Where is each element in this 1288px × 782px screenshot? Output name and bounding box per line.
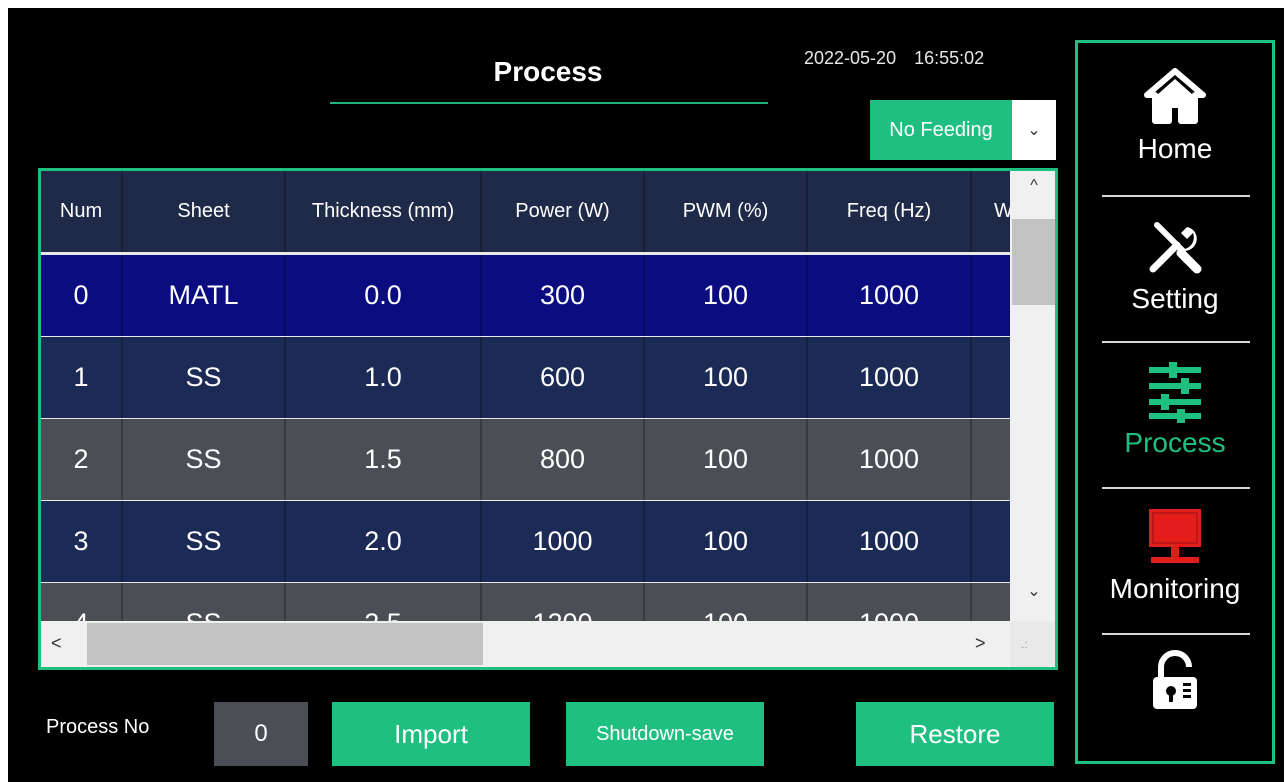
column-header-pwm[interactable]: PWM (%) [645, 171, 808, 252]
datetime-display: 2022-05-20 16:55:02 [804, 48, 984, 69]
unlock-icon [1153, 650, 1197, 709]
cell-pwm[interactable]: 100 [645, 337, 808, 418]
nav-item-process[interactable]: Process [1078, 359, 1272, 499]
table-row[interactable]: 3 SS 2.0 1000 100 1000 [41, 501, 1010, 582]
nav-label-monitoring: Monitoring [1109, 573, 1241, 604]
vertical-scroll-thumb[interactable] [1012, 219, 1055, 305]
time-text: 16:55:02 [914, 48, 985, 68]
side-navigation: Home Setting Process Monitoring [1075, 40, 1275, 764]
nav-divider [1102, 195, 1250, 197]
cell-thickness[interactable]: 2.0 [286, 501, 482, 582]
vertical-scrollbar[interactable]: ^ ⌄ [1010, 171, 1055, 621]
horizontal-scrollbar[interactable]: < > [41, 621, 1010, 667]
column-header-freq[interactable]: Freq (Hz) [808, 171, 972, 252]
cell-num[interactable]: 1 [41, 337, 123, 418]
cell-partial[interactable] [972, 583, 1010, 621]
cell-power[interactable]: 1200 [482, 583, 645, 621]
table-row[interactable]: 1 SS 1.0 600 100 1000 [41, 337, 1010, 418]
cell-thickness[interactable]: 0.0 [286, 255, 482, 336]
column-header-power[interactable]: Power (W) [482, 171, 645, 252]
cell-freq[interactable]: 1000 [808, 337, 972, 418]
cell-sheet[interactable]: SS [123, 501, 286, 582]
table-header-row: Num Sheet Thickness (mm) Power (W) PWM (… [41, 171, 1010, 252]
cell-sheet[interactable]: SS [123, 583, 286, 621]
sliders-icon [1149, 362, 1201, 423]
nav-divider [1102, 633, 1250, 635]
cell-sheet[interactable]: SS [123, 419, 286, 500]
cell-partial[interactable] [972, 255, 1010, 336]
cell-thickness[interactable]: 1.5 [286, 419, 482, 500]
chevron-down-icon[interactable]: ⌄ [1012, 100, 1056, 160]
cell-pwm[interactable]: 100 [645, 255, 808, 336]
feeding-mode-value: No Feeding [870, 100, 1012, 160]
cell-freq[interactable]: 1000 [808, 583, 972, 621]
scroll-up-icon[interactable]: ^ [1010, 177, 1055, 207]
cell-power[interactable]: 1000 [482, 501, 645, 582]
table-row[interactable]: 4 SS 2.5 1200 100 1000 [41, 583, 1010, 621]
cell-power[interactable]: 600 [482, 337, 645, 418]
process-no-label: Process No [46, 716, 150, 738]
cell-thickness[interactable]: 1.0 [286, 337, 482, 418]
nav-item-setting[interactable]: Setting [1078, 215, 1272, 355]
column-header-partial[interactable]: W [972, 171, 1010, 252]
nav-label-setting: Setting [1131, 283, 1219, 314]
feeding-mode-select[interactable]: No Feeding ⌄ [870, 100, 1056, 160]
process-screen: Process 2022-05-20 16:55:02 No Feeding ⌄ … [8, 8, 1284, 782]
cell-freq[interactable]: 1000 [808, 419, 972, 500]
scroll-left-icon[interactable]: < [51, 633, 71, 654]
cell-sheet[interactable]: SS [123, 337, 286, 418]
monitor-icon [1149, 509, 1201, 563]
cell-power[interactable]: 800 [482, 419, 645, 500]
cell-partial[interactable] [972, 501, 1010, 582]
cell-pwm[interactable]: 100 [645, 419, 808, 500]
table-row[interactable]: 0 MATL 0.0 300 100 1000 [41, 255, 1010, 336]
title-underline [330, 102, 768, 104]
nav-label-process: Process [1124, 427, 1226, 458]
column-header-thickness[interactable]: Thickness (mm) [286, 171, 482, 252]
cell-power[interactable]: 300 [482, 255, 645, 336]
shutdown-save-button[interactable]: Shutdown-save [566, 702, 764, 766]
nav-item-monitoring[interactable]: Monitoring [1078, 505, 1272, 645]
cell-freq[interactable]: 1000 [808, 501, 972, 582]
column-header-num[interactable]: Num [41, 171, 123, 252]
nav-item-lock[interactable] [1078, 649, 1272, 782]
process-no-field[interactable]: 0 [214, 702, 308, 766]
scroll-right-icon[interactable]: > [975, 633, 995, 654]
cell-num[interactable]: 0 [41, 255, 123, 336]
nav-divider [1102, 487, 1250, 489]
column-header-sheet[interactable]: Sheet [123, 171, 286, 252]
resize-grip-icon[interactable]: .: [1021, 637, 1028, 651]
cell-partial[interactable] [972, 337, 1010, 418]
process-table: Num Sheet Thickness (mm) Power (W) PWM (… [38, 168, 1058, 670]
cell-partial[interactable] [972, 419, 1010, 500]
cell-num[interactable]: 4 [41, 583, 123, 621]
tools-icon [1149, 222, 1202, 274]
cell-freq[interactable]: 1000 [808, 255, 972, 336]
process-grid: Num Sheet Thickness (mm) Power (W) PWM (… [41, 171, 1010, 621]
horizontal-scroll-thumb[interactable] [87, 623, 483, 665]
date-text: 2022-05-20 [804, 48, 897, 68]
cell-pwm[interactable]: 100 [645, 501, 808, 582]
cell-num[interactable]: 3 [41, 501, 123, 582]
restore-button[interactable]: Restore [856, 702, 1054, 766]
cell-sheet[interactable]: MATL [123, 255, 286, 336]
cell-pwm[interactable]: 100 [645, 583, 808, 621]
nav-item-home[interactable]: Home [1078, 65, 1272, 205]
cell-num[interactable]: 2 [41, 419, 123, 500]
nav-label-home: Home [1137, 133, 1213, 164]
cell-thickness[interactable]: 2.5 [286, 583, 482, 621]
nav-divider [1102, 341, 1250, 343]
scroll-down-icon[interactable]: ⌄ [1010, 581, 1055, 611]
table-row[interactable]: 2 SS 1.5 800 100 1000 [41, 419, 1010, 500]
home-icon [1144, 68, 1206, 124]
page-title: Process [493, 56, 603, 87]
import-button[interactable]: Import [332, 702, 530, 766]
